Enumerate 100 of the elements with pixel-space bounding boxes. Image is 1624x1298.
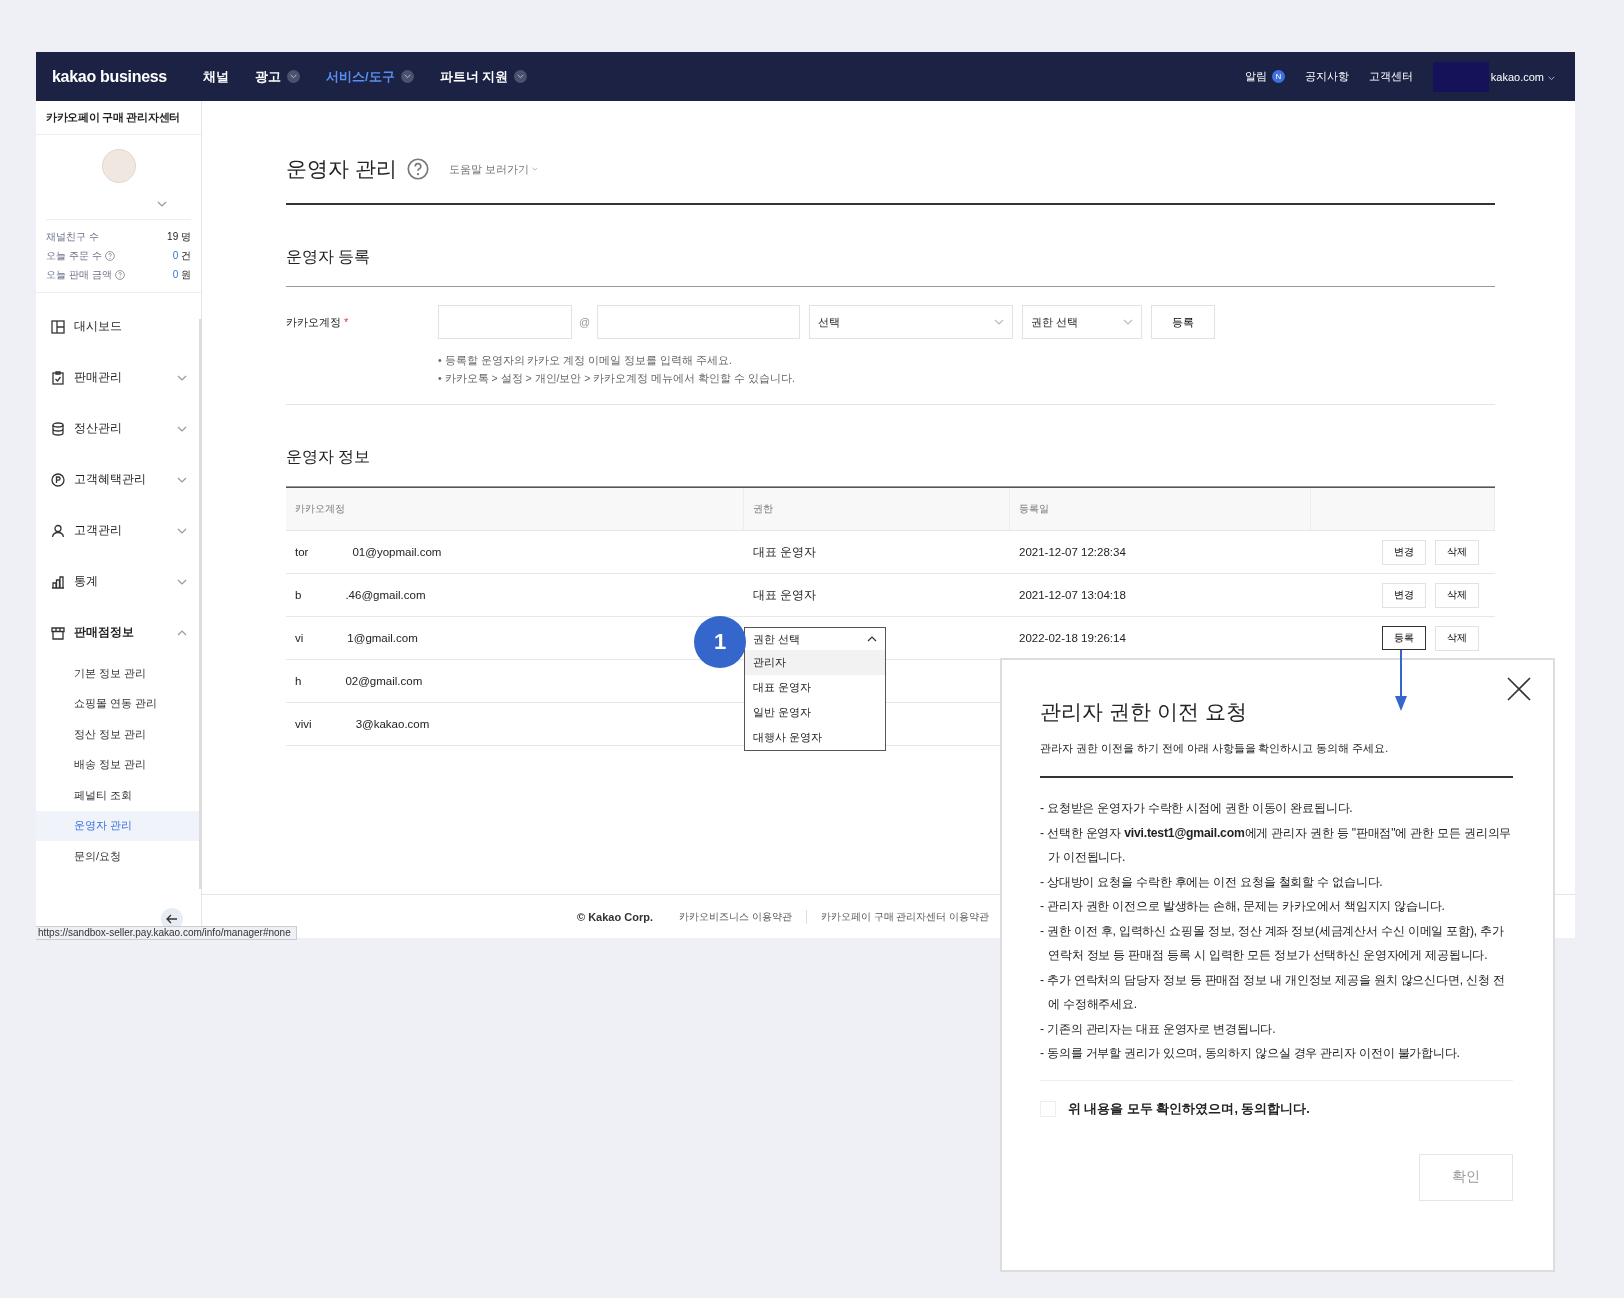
sidebar-menu-item[interactable]: 대시보드	[36, 301, 201, 352]
nav-menu-item[interactable]: 파트너 지원	[439, 67, 528, 86]
stat-value: 19 명	[167, 230, 191, 244]
sidebar-submenu-item[interactable]: 기본 정보 관리	[36, 658, 201, 689]
role-dropdown[interactable]: 권한 선택 관리자 대표 운영자 일반 운영자 대행사 운영자	[744, 627, 886, 751]
page-title: 운영자 관리	[286, 156, 397, 182]
notice-item: - 요청받은 운영자가 수락한 시점에 권한 이동이 완료됩니다.	[1040, 800, 1354, 817]
chevron-icon	[177, 578, 187, 585]
notice-item: - 동의를 거부할 권리가 있으며, 동의하지 않으실 경우 관리자 이전이 불가합니다.	[1040, 1045, 1461, 1062]
chevron-icon	[994, 319, 1005, 325]
stat-label: 오늘 판매 금액	[46, 268, 125, 282]
hint-text: • 카카오톡 > 설정 > 개인/보안 > 카카오계정 메뉴에서 확인할 수 있습니다.	[438, 371, 796, 386]
date-cell: 2021-12-07 13:04:18	[1019, 589, 1126, 601]
sidebar-submenu-item[interactable]: 배송 정보 관리	[36, 749, 201, 780]
chevron-icon	[177, 527, 187, 534]
sidebar-submenu-item[interactable]: 페널티 조회	[36, 780, 201, 811]
copyright: © Kakao Corp.	[577, 910, 653, 923]
account-cell: 3@kakao.com	[355, 718, 430, 730]
domain-select[interactable]: 선택	[809, 305, 1014, 339]
chevron-icon	[531, 167, 538, 171]
profile-avatar	[101, 149, 136, 183]
sidebar-menu-item[interactable]: 고객혜택관리	[36, 454, 201, 505]
date-cell: 2021-12-07 12:28:34	[1019, 546, 1126, 558]
sidebar-submenu-item[interactable]: 쇼핑몰 연동 관리	[36, 688, 201, 719]
id-input-field[interactable]	[438, 305, 572, 339]
chevron-icon	[1123, 319, 1134, 325]
header-link[interactable]: 공지사항	[1304, 69, 1349, 84]
stat-value: 0 건	[172, 249, 191, 263]
user-icon	[50, 522, 66, 539]
chevron-icon	[517, 74, 525, 79]
notice-item: - 선택한 운영자 vivi.test1@gmail.com에게 관리자 권한 등 "판매점"에 관한 모든 권리의무가 이전됩니다.	[1040, 824, 1513, 866]
dialog-subtitle: 관라자 권한 이전을 하기 전에 아래 사항들을 확인하시고 동의해 주세요.	[1040, 742, 1513, 778]
help-icon[interactable]	[406, 158, 429, 180]
row-action-button[interactable]: 삭제	[1435, 539, 1479, 565]
header-link[interactable]: 고객센터	[1368, 69, 1413, 84]
footer-link[interactable]: 카카오비즈니스 이용약관	[678, 909, 807, 924]
date-cell: 2022-02-18 19:26:14	[1019, 632, 1126, 644]
account-cell: .46@gmail.com	[345, 589, 426, 601]
notice-item: - 관리자 권한 이전으로 발생하는 손해, 문제는 카카오에서 책임지지 않습니다.	[1040, 898, 1446, 915]
arrow-left-icon	[166, 914, 178, 924]
sidebar-submenu-item[interactable]: 운영자 관리	[36, 810, 201, 841]
close-icon	[1507, 676, 1531, 701]
help-link[interactable]: 도움말 보러가기	[448, 161, 538, 177]
row-action-button[interactable]: 변경	[1382, 539, 1426, 565]
nav-menu-item[interactable]: 서비스/도구	[326, 67, 414, 86]
new-badge: N	[1271, 70, 1285, 83]
nav-menu-item[interactable]: 광고	[255, 67, 300, 86]
sidebar-submenu-item[interactable]: 정산 정보 관리	[36, 719, 201, 750]
row-action-button[interactable]: 삭제	[1435, 582, 1479, 608]
section-title: 운영자 정보	[286, 405, 1495, 487]
sidebar-menu-item[interactable]: 판매관리	[36, 352, 201, 403]
section-title: 운영자 등록	[286, 205, 1495, 287]
account-cell: 02@gmail.com	[345, 675, 423, 687]
account-cell: 1@gmail.com	[347, 632, 418, 644]
dropdown-option[interactable]: 관리자	[745, 650, 885, 675]
stat-label: 채널친구 수	[46, 230, 99, 244]
account-cell: h	[295, 675, 302, 687]
notice-item: - 기존의 관리자는 대표 운영자로 변경됩니다.	[1040, 1020, 1277, 1038]
notice-item: - 추가 연락처의 담당자 정보 등 판매점 정보 내 개인정보 제공을 원치 않으신다면, 신청 전에 수정해주세요.	[1040, 971, 1506, 1013]
account-cell: tor	[295, 546, 309, 558]
help-icon[interactable]	[114, 270, 125, 280]
hint-text: • 등록할 운영자의 카카오 계정 이메일 정보를 입력해 주세요.	[438, 353, 733, 368]
logo[interactable]: kakao business	[52, 67, 167, 86]
sidebar-menu-item[interactable]: 통계	[36, 556, 201, 607]
column-header: 카카오계정	[295, 502, 345, 516]
stat-value: 0 원	[172, 268, 191, 282]
agree-label: 위 내용을 모두 확인하였으며, 동의합니다.	[1068, 1100, 1310, 1118]
nav-menu-item[interactable]: 채널	[203, 67, 229, 86]
role-select[interactable]: 권한 선택	[1022, 305, 1143, 339]
account-menu[interactable]: kakao.com	[1432, 61, 1555, 92]
database-icon	[50, 420, 66, 437]
notice-item: - 상대방이 요청을 수락한 후에는 이전 요청을 철회할 수 없습니다.	[1040, 873, 1384, 891]
row-action-button[interactable]: 변경	[1382, 582, 1426, 608]
sidebar-menu-item[interactable]: 고객관리	[36, 505, 201, 556]
help-icon[interactable]	[104, 251, 115, 261]
clipboard-icon	[50, 369, 66, 386]
dialog-title: 관리자 권한 이전 요청	[1040, 699, 1248, 725]
sidebar-menu-item[interactable]: 판매점정보	[36, 607, 201, 658]
notification-link[interactable]: 알림 N	[1244, 69, 1285, 84]
sidebar-menu-item[interactable]: 정산관리	[36, 403, 201, 454]
account-cell: 01@yopmail.com	[352, 546, 442, 558]
points-icon	[50, 471, 66, 488]
row-action-button[interactable]: 삭제	[1435, 625, 1479, 651]
role-cell: 대표 운영자	[753, 544, 817, 560]
store-icon	[50, 624, 66, 641]
domain-input-field[interactable]	[597, 305, 801, 339]
chevron-icon	[177, 629, 187, 636]
chevron-icon	[157, 201, 167, 207]
down-arrow	[1394, 650, 1408, 712]
chevron-icon	[290, 74, 297, 79]
sidebar-title: 카카오페이 구매 관리자센터	[36, 101, 201, 135]
account-cell: vivi	[295, 718, 312, 730]
row-action-button[interactable]: 등록	[1382, 625, 1426, 650]
chevron-icon	[177, 476, 187, 483]
chevron-icon	[867, 636, 877, 642]
account-cell: b	[295, 589, 302, 601]
register-button[interactable]: 등록	[1151, 305, 1216, 339]
sidebar-submenu-item[interactable]: 문의/요청	[36, 841, 201, 872]
field-label: 카카오계정 *	[286, 314, 350, 330]
column-header: 등록일	[1019, 502, 1049, 516]
